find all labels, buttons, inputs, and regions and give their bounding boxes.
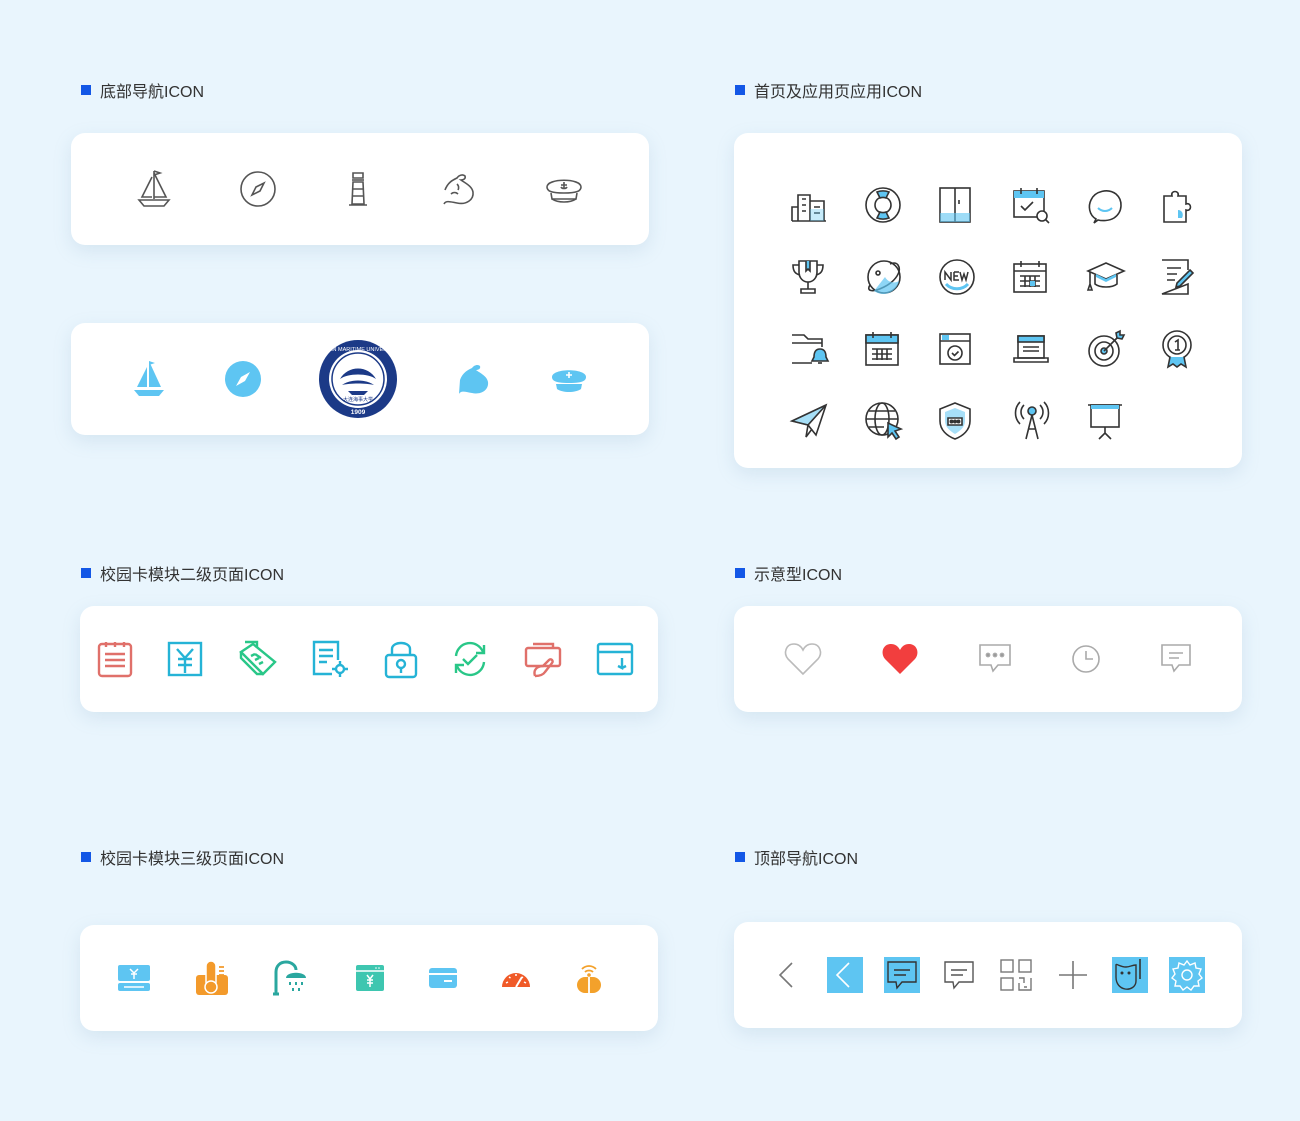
section-title: 校园卡模块三级页面ICON [100, 851, 285, 868]
pos-terminal-icon[interactable] [237, 640, 279, 678]
presentation-board-icon[interactable] [1082, 385, 1156, 457]
muscle-arm-icon[interactable] [439, 170, 477, 208]
bullet-square [735, 852, 745, 862]
calendar-grid-icon[interactable] [1008, 241, 1082, 313]
home-apps-card [734, 133, 1242, 468]
bullet-square [81, 85, 91, 95]
comment-icon[interactable] [941, 957, 977, 993]
captain-hat-icon[interactable] [549, 363, 589, 395]
antenna-icon[interactable] [1008, 385, 1082, 457]
message-dots-icon[interactable] [978, 643, 1012, 675]
thermometer-icon[interactable] [194, 959, 230, 997]
planet-icon[interactable] [860, 241, 934, 313]
top-nav-card [734, 922, 1242, 1028]
locker-icon[interactable] [934, 169, 1008, 241]
refresh-check-icon[interactable] [451, 640, 489, 678]
section-label-card-level2: 校园卡模块二级页面ICON [81, 561, 284, 585]
bullet-square [81, 568, 91, 578]
section-label-bottom-nav: 底部导航ICON [81, 78, 204, 102]
captain-hat-icon[interactable] [544, 173, 584, 205]
document-settings-icon[interactable] [312, 640, 350, 678]
wallet-screen-icon[interactable] [596, 642, 634, 676]
section-title: 底部导航ICON [100, 84, 205, 101]
back-arrow-icon[interactable] [770, 957, 806, 993]
plus-icon[interactable] [1055, 957, 1091, 993]
heart-filled-icon[interactable] [881, 642, 919, 676]
sailboat-icon[interactable] [136, 169, 172, 209]
graduation-cap-icon[interactable] [1082, 241, 1156, 313]
calendar-search-icon[interactable] [1008, 169, 1082, 241]
paper-plane-icon[interactable] [786, 385, 860, 457]
target-icon[interactable] [1082, 313, 1156, 385]
edit-note-icon[interactable] [1156, 241, 1230, 313]
sailboat-icon[interactable] [131, 359, 167, 399]
indicator-card [734, 606, 1242, 712]
section-title: 顶部导航ICON [754, 851, 859, 868]
laptop-icon[interactable] [1008, 313, 1082, 385]
bank-card-icon[interactable] [428, 967, 458, 989]
lock-icon[interactable] [384, 639, 418, 679]
section-title: 示意型ICON [754, 567, 843, 584]
chat-bubble-icon[interactable] [1082, 169, 1156, 241]
yuan-card-icon[interactable] [167, 641, 203, 677]
logo-year: 1909 [351, 409, 366, 416]
bottom-nav-filled-card: DALIAN MARITIME UNIVERSITY 大连海事大学 1909 [71, 323, 649, 435]
window-check-icon[interactable] [934, 313, 1008, 385]
card-level2-card [80, 606, 658, 712]
university-logo[interactable]: DALIAN MARITIME UNIVERSITY 大连海事大学 1909 [317, 339, 400, 419]
compass-icon[interactable] [239, 170, 277, 208]
lighthouse-icon[interactable] [344, 171, 372, 207]
logo-inner-text: 大连海事大学 [343, 396, 373, 403]
heart-outline-icon[interactable] [784, 642, 822, 676]
back-arrow-filled-icon[interactable] [827, 957, 863, 993]
buildings-icon[interactable] [786, 169, 860, 241]
qr-code-icon[interactable] [998, 957, 1034, 993]
wifi-tag-icon[interactable] [574, 961, 604, 995]
settings-filled-icon[interactable] [1169, 957, 1205, 993]
calendar-icon[interactable] [860, 313, 934, 385]
shield-password-icon[interactable] [934, 385, 1008, 457]
speedometer-icon[interactable] [500, 967, 532, 989]
section-label-home-apps: 首页及应用页应用ICON [735, 78, 922, 102]
new-badge-icon[interactable] [934, 241, 1008, 313]
bullet-square [81, 852, 91, 862]
yuan-terminal-icon[interactable] [116, 963, 152, 993]
section-title: 校园卡模块二级页面ICON [100, 567, 285, 584]
section-title: 首页及应用页应用ICON [754, 84, 923, 101]
message-lines-icon[interactable] [1160, 643, 1192, 675]
shower-icon[interactable] [272, 960, 312, 996]
bullet-square [735, 568, 745, 578]
bullet-square [735, 85, 745, 95]
palette-filled-icon[interactable] [1112, 957, 1148, 993]
muscle-arm-icon[interactable] [454, 360, 492, 398]
compass-icon[interactable] [224, 360, 262, 398]
clock-icon[interactable] [1071, 644, 1101, 674]
section-label-indicator: 示意型ICON [735, 561, 842, 585]
bottom-nav-outline-card [71, 133, 649, 245]
medal-icon[interactable] [1156, 313, 1230, 385]
trophy-icon[interactable] [786, 241, 860, 313]
puzzle-icon[interactable] [1156, 169, 1230, 241]
section-label-card-level3: 校园卡模块三级页面ICON [81, 845, 284, 869]
logo-outer-text: DALIAN MARITIME UNIVERSITY [317, 347, 400, 353]
folder-bell-icon[interactable] [786, 313, 860, 385]
lifebuoy-icon[interactable] [860, 169, 934, 241]
card-level3-card [80, 925, 658, 1031]
comment-filled-icon[interactable] [884, 957, 920, 993]
notepad-icon[interactable] [96, 640, 134, 678]
globe-cursor-icon[interactable] [860, 385, 934, 457]
section-label-top-nav: 顶部导航ICON [735, 845, 858, 869]
card-hand-icon[interactable] [523, 640, 563, 678]
yuan-window-icon[interactable] [354, 963, 386, 993]
